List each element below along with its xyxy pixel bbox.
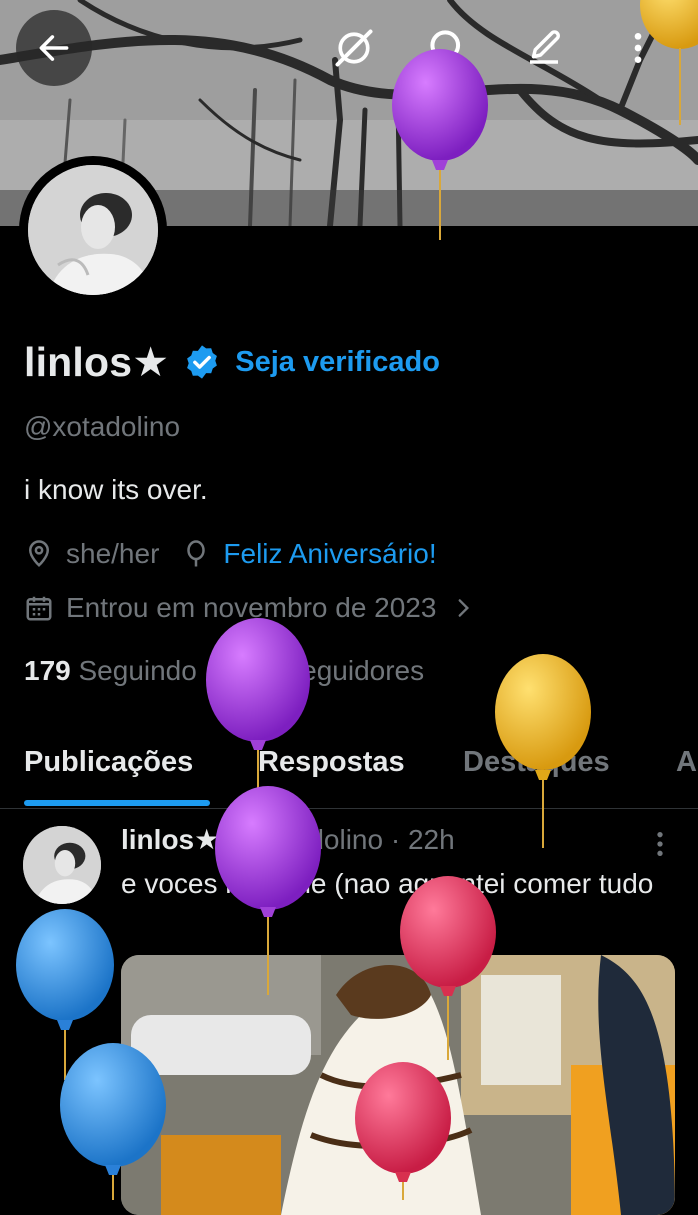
- balloon-pink-icon: [400, 876, 496, 1060]
- balloon-blue-icon: [60, 1043, 166, 1200]
- balloon-purple-icon: [392, 49, 488, 240]
- balloon-purple-icon: [215, 786, 321, 995]
- balloon-yellow-icon: [640, 0, 698, 125]
- balloon-pink-icon: [355, 1062, 451, 1200]
- birthday-balloons-overlay: [16, 0, 698, 1200]
- balloon-yellow-icon: [495, 654, 591, 848]
